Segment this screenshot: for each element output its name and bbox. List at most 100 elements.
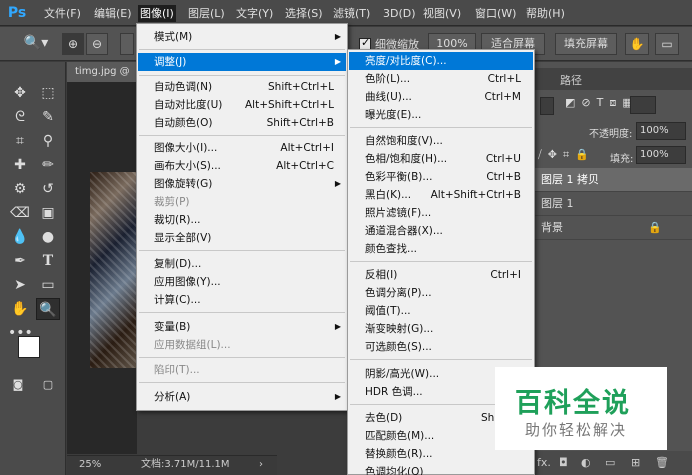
lasso-tool-icon[interactable]: ᘓ <box>8 106 32 128</box>
layer-row[interactable]: 图层 1 <box>535 192 692 216</box>
lock-icons[interactable]: ⧸✥⌗🔒 <box>538 148 595 162</box>
dodge-tool-icon[interactable]: ● <box>36 226 60 248</box>
tab-paths[interactable]: 路径 <box>560 72 582 88</box>
menu-item-crop: 裁剪(P) <box>154 196 190 208</box>
menu-item-gradient-map[interactable]: 渐变映射(G)... <box>349 320 533 338</box>
foreground-color-swatch[interactable] <box>18 336 40 358</box>
menu-item-duplicate[interactable]: 复制(D)... <box>138 255 346 273</box>
submenu-arrow-icon: ▶ <box>334 57 341 66</box>
zoom-tool-icon[interactable]: 🔍 <box>36 298 60 320</box>
mask-icon[interactable]: ◘ <box>559 451 568 475</box>
zoom-in-icon[interactable]: ⊕ <box>62 33 84 55</box>
menu-image[interactable]: 图像(I) <box>138 5 176 22</box>
crop-tool-icon[interactable]: ⌗ <box>8 130 32 152</box>
marquee-tool-icon[interactable]: ⬚ <box>36 82 60 104</box>
quick-mask-icon[interactable]: ◙ <box>6 374 30 396</box>
menu-item-hue-saturation[interactable]: 色相/饱和度(H)... Ctrl+U <box>349 150 533 168</box>
resize-windows-checkbox[interactable] <box>120 33 134 55</box>
menu-item-calculations[interactable]: 计算(C)... <box>138 291 346 309</box>
hand-tool-icon[interactable]: ✋ <box>8 298 32 320</box>
screen-mode-icon[interactable]: ▢ <box>36 374 60 396</box>
rectangle-tool-icon[interactable]: ▭ <box>36 274 60 296</box>
menu-item-reveal-all[interactable]: 显示全部(V) <box>138 229 346 247</box>
clone-stamp-tool-icon[interactable]: ⚙ <box>8 178 32 200</box>
menu-item-black-white[interactable]: 黑白(K)... Alt+Shift+Ctrl+B <box>349 186 533 204</box>
adjustment-icon[interactable]: ◐ <box>581 451 591 475</box>
fill-label: 填充: <box>610 154 634 165</box>
menu-separator <box>139 312 345 313</box>
opacity-input[interactable]: 100% <box>636 122 686 140</box>
menu-type[interactable]: 文字(Y) <box>234 5 275 22</box>
menu-item-auto-contrast[interactable]: 自动对比度(U) Alt+Shift+Ctrl+L <box>138 96 346 114</box>
menu-item-auto-tone[interactable]: 自动色调(N) Shift+Ctrl+L <box>138 78 346 96</box>
menu-item-image-rotation[interactable]: 图像旋转(G) ▶ <box>138 175 346 193</box>
menu-item-channel-mixer[interactable]: 通道混合器(X)... <box>349 222 533 240</box>
menu-item-image-size[interactable]: 图像大小(I)... Alt+Ctrl+I <box>138 139 346 157</box>
path-select-tool-icon[interactable]: ➤ <box>8 274 32 296</box>
menu-view[interactable]: 视图(V) <box>421 5 463 22</box>
new-layer-icon[interactable]: ⊞ <box>631 451 640 475</box>
layer-filter-icons[interactable]: ◩⊘T⧈▦ <box>565 96 639 110</box>
quick-select-tool-icon[interactable]: ✎ <box>36 106 60 128</box>
menu-item-color-lookup[interactable]: 颜色查找... <box>349 240 533 258</box>
fill-screen-button[interactable]: 填充屏幕 <box>555 33 617 55</box>
gradient-tool-icon[interactable]: ▣ <box>36 202 60 224</box>
menu-help[interactable]: 帮助(H) <box>524 5 567 22</box>
menu-item-posterize[interactable]: 色调分离(P)... <box>349 284 533 302</box>
menu-item-apply-image[interactable]: 应用图像(Y)... <box>138 273 346 291</box>
status-arrow-icon[interactable]: › <box>259 456 263 474</box>
document-tab[interactable]: timg.jpg @ <box>67 62 137 82</box>
zoom-tool-preset-icon[interactable]: 🔍▾ <box>18 33 54 55</box>
move-tool-icon[interactable]: ✥ <box>8 82 32 104</box>
filter-toggle[interactable] <box>630 96 656 114</box>
type-tool-icon[interactable]: T <box>36 250 60 272</box>
menu-item-brightness-contrast[interactable]: 亮度/对比度(C)... <box>349 52 533 70</box>
menu-item-vibrance[interactable]: 自然饱和度(V)... <box>349 132 533 150</box>
pen-tool-icon[interactable]: ✒ <box>8 250 32 272</box>
hand-icon[interactable]: ✋ <box>625 33 649 55</box>
menu-item-canvas-size[interactable]: 画布大小(S)... Alt+Ctrl+C <box>138 157 346 175</box>
fx-button[interactable]: fx. <box>537 451 551 475</box>
menu-item-exposure[interactable]: 曝光度(E)... <box>349 106 533 124</box>
healing-tool-icon[interactable]: ✚ <box>8 154 32 176</box>
eyedropper-tool-icon[interactable]: ⚲ <box>36 130 60 152</box>
layer-name: 图层 1 拷贝 <box>541 173 599 186</box>
menu-item-color-balance[interactable]: 色彩平衡(B)... Ctrl+B <box>349 168 533 186</box>
menu-window[interactable]: 窗口(W) <box>473 5 518 22</box>
menu-filter[interactable]: 滤镜(T) <box>331 5 372 22</box>
fill-input[interactable]: 100% <box>636 146 686 164</box>
menu-item-levels[interactable]: 色阶(L)... Ctrl+L <box>349 70 533 88</box>
group-icon[interactable]: ▭ <box>605 451 615 475</box>
menu-item-analysis[interactable]: 分析(A) ▶ <box>138 388 346 406</box>
brush-tool-icon[interactable]: ✏ <box>36 154 60 176</box>
menu-file[interactable]: 文件(F) <box>42 5 83 22</box>
menu-item-variables[interactable]: 变量(B) ▶ <box>138 318 346 336</box>
menu-edit[interactable]: 编辑(E) <box>92 5 134 22</box>
layer-row[interactable]: 图层 1 拷贝 <box>535 168 692 192</box>
menu-item-auto-color[interactable]: 自动颜色(O) Shift+Ctrl+B <box>138 114 346 132</box>
layer-filter-dropdown[interactable] <box>540 97 554 115</box>
menu-item-curves[interactable]: 曲线(U)... Ctrl+M <box>349 88 533 106</box>
menu-item-adjustments[interactable]: 调整(J) ▶ <box>138 53 346 71</box>
zoom-out-icon[interactable]: ⊖ <box>86 33 108 55</box>
menu-separator <box>350 127 532 128</box>
eraser-tool-icon[interactable]: ⌫ <box>8 202 32 224</box>
menu-item-mode[interactable]: 模式(M) ▶ <box>138 28 346 46</box>
zoom-level[interactable]: 25% <box>79 456 101 474</box>
layer-row[interactable]: 背景 🔒 <box>535 216 692 240</box>
menu-select[interactable]: 选择(S) <box>283 5 325 22</box>
opacity-label: 不透明度: <box>589 129 633 140</box>
watermark: 百科全说 助你轻松解决 <box>495 367 667 450</box>
menu-item-photo-filter[interactable]: 照片滤镜(F)... <box>349 204 533 222</box>
blur-tool-icon[interactable]: 💧 <box>8 226 32 248</box>
workspace-icon[interactable]: ▭ <box>655 33 679 55</box>
menu-item-equalize[interactable]: 色调均化(Q) <box>349 463 533 475</box>
menu-item-threshold[interactable]: 阈值(T)... <box>349 302 533 320</box>
trash-icon[interactable]: 🗑 <box>655 451 669 475</box>
menu-3d[interactable]: 3D(D) <box>381 5 418 22</box>
history-brush-tool-icon[interactable]: ↺ <box>36 178 60 200</box>
menu-item-invert[interactable]: 反相(I) Ctrl+I <box>349 266 533 284</box>
menu-item-trim[interactable]: 裁切(R)... <box>138 211 346 229</box>
menu-item-selective-color[interactable]: 可选颜色(S)... <box>349 338 533 356</box>
menu-layer[interactable]: 图层(L) <box>186 5 227 22</box>
